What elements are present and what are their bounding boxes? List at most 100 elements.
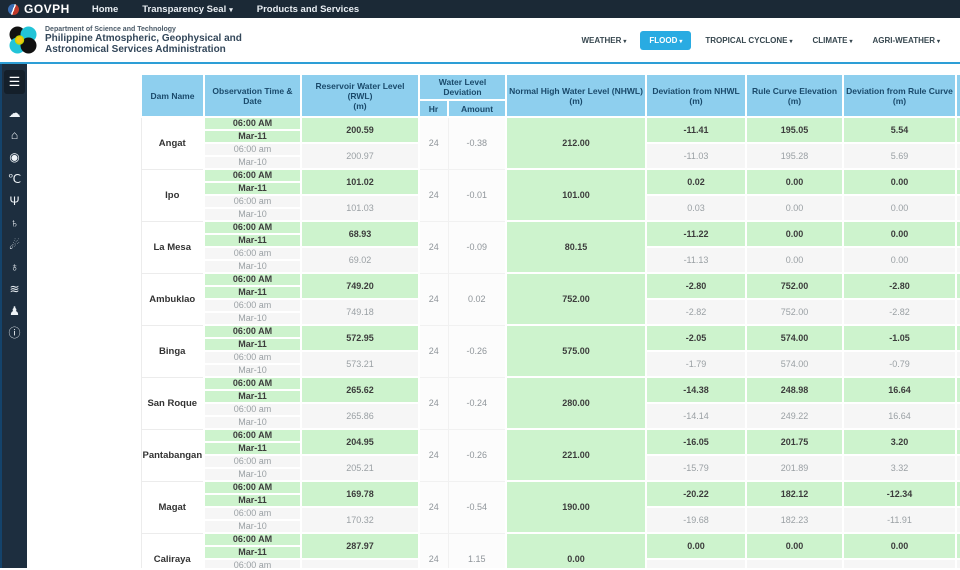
- hr-cell: 24: [418, 376, 449, 430]
- dev-rule-curve-prev-cell: 5.69: [842, 142, 957, 170]
- cutoff-cell: [955, 220, 960, 248]
- rwl-prev-cell: 170.32: [300, 506, 420, 534]
- gov-menu-item[interactable]: Products and Services: [257, 4, 359, 15]
- nhwl-cell: 280.00: [505, 376, 647, 430]
- hr-cell: 24: [418, 220, 449, 274]
- typhoon-icon[interactable]: ◉: [9, 151, 19, 163]
- dam-name-cell: Angat: [140, 116, 205, 170]
- dev-rule-curve-prev-cell: 0.00: [842, 194, 957, 222]
- rule-curve-current-cell: 195.05: [745, 116, 844, 144]
- weather-icon[interactable]: ☁: [9, 107, 21, 119]
- dam-water-icon[interactable]: ≋: [9, 283, 19, 295]
- dev-nhwl-current-cell: -11.22: [645, 220, 747, 248]
- rule-curve-current-cell: 0.00: [745, 220, 844, 248]
- flood-icon[interactable]: ⌂: [11, 129, 18, 141]
- dev-rule-curve-current-cell: 0.00: [842, 168, 957, 196]
- obs-time-prev-cell: 06:00 am: [203, 298, 302, 313]
- cutoff-cell: [955, 168, 960, 196]
- nav-item-tropical-cyclone[interactable]: TROPICAL CYCLONE ▾: [699, 32, 798, 49]
- dev-nhwl-current-cell: -16.05: [645, 428, 747, 456]
- caret-down-icon: ▾: [789, 38, 793, 45]
- cutoff-cell: [955, 402, 960, 430]
- rwl-current-cell: 68.93: [300, 220, 420, 248]
- pagasa-logo[interactable]: [8, 25, 38, 55]
- col-observation: Observation Time & Date: [203, 73, 302, 118]
- dam-name-cell: Binga: [140, 324, 205, 378]
- obs-time-current-cell: 06:00 AM: [203, 376, 302, 391]
- dev-rule-curve-prev-cell: -11.91: [842, 506, 957, 534]
- dam-table: Dam Name Observation Time & Date Reservo…: [140, 73, 960, 568]
- obs-time-prev-cell: 06:00 am: [203, 454, 302, 469]
- obs-date-prev-cell: Mar-10: [203, 207, 302, 222]
- rwl-current-cell: 749.20: [300, 272, 420, 300]
- dam-name-cell: La Mesa: [140, 220, 205, 274]
- dev-rule-curve-prev-cell: 3.32: [842, 454, 957, 482]
- rwl-prev-cell: 205.21: [300, 454, 420, 482]
- dev-rule-curve-prev-cell: -0.79: [842, 350, 957, 378]
- nav-item-climate[interactable]: CLIMATE ▾: [806, 32, 858, 49]
- govph-brand[interactable]: GOVPH: [8, 2, 70, 16]
- obs-date-current-cell: Mar-11: [203, 181, 302, 196]
- rwl-current-cell: 101.02: [300, 168, 420, 196]
- rule-curve-current-cell: 0.00: [745, 168, 844, 196]
- obs-time-prev-cell: 06:00 am: [203, 558, 302, 568]
- dev-rule-curve-current-cell: 5.54: [842, 116, 957, 144]
- obs-date-prev-cell: Mar-10: [203, 311, 302, 326]
- obs-time-current-cell: 06:00 AM: [203, 116, 302, 131]
- dev-rule-curve-prev-cell: 0.00: [842, 246, 957, 274]
- main-nav: WEATHER ▾ FLOOD ▾ TROPICAL CYCLONE ▾ CLIMATE ▾ A…: [576, 30, 947, 50]
- rule-curve-current-cell: 752.00: [745, 272, 844, 300]
- nav-item-weather[interactable]: WEATHER ▾: [576, 32, 633, 49]
- govph-seal-icon: [8, 3, 19, 15]
- agency-name-line1: Philippine Atmospheric, Geophysical and: [45, 32, 242, 44]
- nhwl-cell: 190.00: [505, 480, 647, 534]
- rwl-prev-cell: 749.18: [300, 298, 420, 326]
- cutoff-cell: [955, 272, 960, 300]
- cutoff-cell: [955, 298, 960, 326]
- gov-menu-item[interactable]: Transparency Seal ▾: [142, 4, 232, 15]
- amount-cell: -0.09: [447, 220, 507, 274]
- dev-nhwl-prev-cell: -19.68: [645, 506, 747, 534]
- obs-date-prev-cell: Mar-10: [203, 415, 302, 430]
- thermometer-icon[interactable]: ℃: [8, 173, 21, 185]
- rwl-current-cell: 200.59: [300, 116, 420, 144]
- amount-cell: -0.26: [447, 428, 507, 482]
- dev-rule-curve-current-cell: 0.00: [842, 220, 957, 248]
- obs-date-prev-cell: Mar-10: [203, 467, 302, 482]
- hr-cell: 24: [418, 428, 449, 482]
- rule-curve-prev-cell: 0.00: [745, 246, 844, 274]
- obs-time-current-cell: 06:00 AM: [203, 324, 302, 339]
- earth-care-icon[interactable]: ♁: [10, 261, 19, 273]
- dev-nhwl-prev-cell: -2.82: [645, 298, 747, 326]
- rule-curve-current-cell: 574.00: [745, 324, 844, 352]
- info-icon[interactable]: ⓘ: [8, 327, 20, 339]
- dev-rule-curve-current-cell: 0.00: [842, 532, 957, 560]
- col-amount: Amount: [447, 99, 507, 118]
- dev-nhwl-current-cell: -14.38: [645, 376, 747, 404]
- obs-date-current-cell: Mar-11: [203, 285, 302, 300]
- amount-cell: -0.01: [447, 168, 507, 222]
- nhwl-cell: 80.15: [505, 220, 647, 274]
- rwl-current-cell: 204.95: [300, 428, 420, 456]
- rwl-current-cell: 287.97: [300, 532, 420, 560]
- astronomy-icon[interactable]: ♄: [10, 217, 19, 229]
- dev-nhwl-prev-cell: 0.00: [645, 558, 747, 568]
- nav-item-agri-weather[interactable]: AGRI-WEATHER ▾: [866, 32, 946, 49]
- satellite-icon[interactable]: ☄: [9, 239, 20, 251]
- col-hr: Hr: [418, 99, 449, 118]
- rwl-current-cell: 265.62: [300, 376, 420, 404]
- obs-time-prev-cell: 06:00 am: [203, 194, 302, 209]
- cutoff-cell: [955, 532, 960, 560]
- dam-name-cell: Magat: [140, 480, 205, 534]
- menu-icon[interactable]: ☰: [4, 70, 25, 94]
- nav-item-flood[interactable]: FLOOD ▾: [640, 30, 692, 50]
- agriculture-icon[interactable]: Ψ: [9, 195, 19, 207]
- nhwl-cell: 212.00: [505, 116, 647, 170]
- gov-menu-item[interactable]: Home: [92, 4, 118, 15]
- govph-brand-label: GOVPH: [24, 2, 70, 16]
- person-badge-icon[interactable]: ♟: [9, 305, 20, 317]
- caret-down-icon: ▾: [936, 38, 940, 45]
- rule-curve-prev-cell: 182.23: [745, 506, 844, 534]
- obs-date-prev-cell: Mar-10: [203, 363, 302, 378]
- dev-rule-curve-current-cell: 3.20: [842, 428, 957, 456]
